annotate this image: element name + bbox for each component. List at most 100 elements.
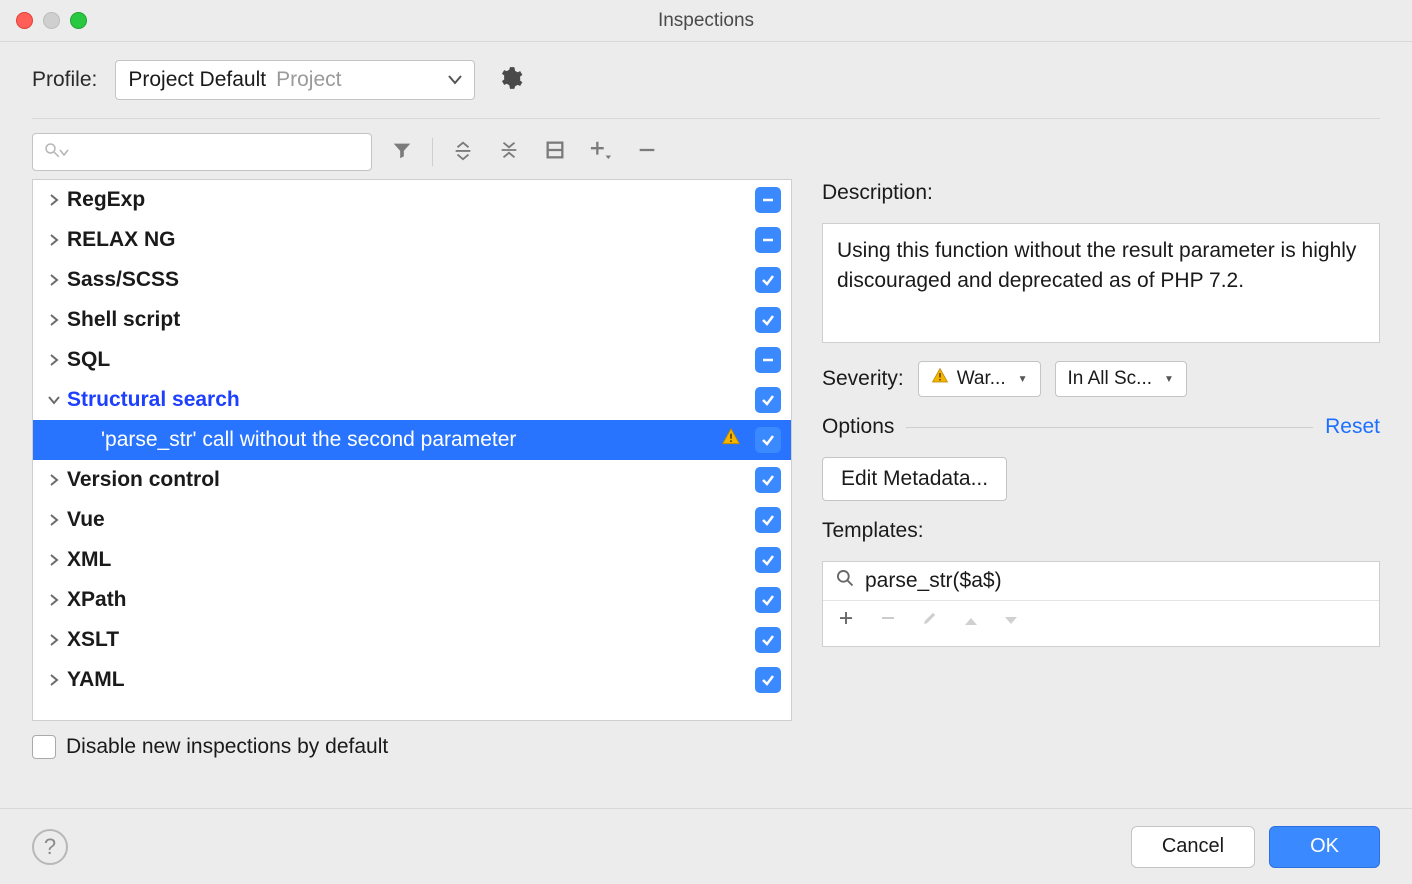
checkbox-checked-icon[interactable]: [755, 507, 781, 533]
chevron-right-icon: [43, 314, 65, 326]
tree-item-label: RELAX NG: [65, 228, 749, 252]
tree-group[interactable]: Version control: [33, 460, 791, 500]
profile-secondary: Project: [276, 68, 440, 92]
remove-inspection-button[interactable]: [631, 136, 663, 168]
remove-template-button[interactable]: [879, 607, 897, 633]
checkbox-checked-icon[interactable]: [755, 387, 781, 413]
chevron-right-icon: [43, 474, 65, 486]
tree-toolbar: [32, 133, 1380, 171]
move-down-button[interactable]: [1003, 607, 1019, 633]
divider: [906, 427, 1313, 428]
chevron-right-icon: [43, 234, 65, 246]
chevron-down-icon: [43, 395, 65, 405]
checkbox-checked-icon[interactable]: [755, 547, 781, 573]
description-text: Using this function without the result p…: [822, 223, 1380, 343]
checkbox-checked-icon[interactable]: [755, 667, 781, 693]
tree-item-label: Version control: [65, 468, 749, 492]
details-pane: Description: Using this function without…: [822, 179, 1380, 759]
chevron-right-icon: [43, 194, 65, 206]
tree-item-label: Shell script: [65, 308, 749, 332]
tree-group[interactable]: Vue: [33, 500, 791, 540]
tree-group[interactable]: XPath: [33, 580, 791, 620]
edit-metadata-button[interactable]: Edit Metadata...: [822, 457, 1007, 501]
chevron-right-icon: [43, 674, 65, 686]
add-template-button[interactable]: [837, 607, 855, 633]
templates-search-row[interactable]: parse_str($a$): [823, 562, 1379, 601]
inspection-tree[interactable]: RegExp RELAX NG Sass/SCSS Shell script SQLSt…: [32, 179, 792, 721]
profile-select[interactable]: Project Default Project: [115, 60, 475, 100]
profile-settings-button[interactable]: [493, 63, 527, 97]
tree-group[interactable]: RELAX NG: [33, 220, 791, 260]
severity-value: War...: [957, 368, 1006, 390]
tree-group[interactable]: Structural search: [33, 380, 791, 420]
tree-group[interactable]: SQL: [33, 340, 791, 380]
profile-label: Profile:: [32, 68, 97, 92]
templates-box: parse_str($a$): [822, 561, 1380, 647]
separator: [432, 138, 433, 166]
search-icon: [835, 568, 855, 594]
tree-group[interactable]: YAML: [33, 660, 791, 700]
tree-leaf[interactable]: 'parse_str' call without the second para…: [33, 420, 791, 460]
chevron-down-icon: ▼: [1018, 374, 1028, 385]
profile-row: Profile: Project Default Project: [32, 60, 1380, 119]
inspection-search[interactable]: [32, 133, 372, 171]
dialog-button-bar: ? Cancel OK: [0, 808, 1412, 884]
tree-item-label: RegExp: [65, 188, 749, 212]
checkbox-checked-icon[interactable]: [755, 267, 781, 293]
disable-new-checkbox[interactable]: [32, 735, 56, 759]
tree-item-label: XSLT: [65, 628, 749, 652]
tree-group[interactable]: XML: [33, 540, 791, 580]
severity-label: Severity:: [822, 367, 904, 391]
minus-icon: [636, 139, 658, 166]
reset-defaults-button[interactable]: [539, 136, 571, 168]
filter-icon: [391, 139, 413, 166]
add-inspection-button[interactable]: [585, 136, 617, 168]
tree-group[interactable]: Shell script: [33, 300, 791, 340]
chevron-right-icon: [43, 594, 65, 606]
warning-icon: [931, 367, 949, 391]
window-title: Inspections: [0, 10, 1412, 32]
scope-value: In All Sc...: [1068, 368, 1152, 390]
tree-group[interactable]: XSLT: [33, 620, 791, 660]
severity-row: Severity: War... ▼ In All Sc... ▼: [822, 361, 1380, 397]
options-header: Options Reset: [822, 415, 1380, 439]
ok-button[interactable]: OK: [1269, 826, 1380, 868]
filter-button[interactable]: [386, 136, 418, 168]
scope-select[interactable]: In All Sc... ▼: [1055, 361, 1187, 397]
tree-group[interactable]: Sass/SCSS: [33, 260, 791, 300]
move-up-button[interactable]: [963, 607, 979, 633]
checkbox-checked-icon[interactable]: [755, 307, 781, 333]
chevron-right-icon: [43, 554, 65, 566]
cancel-button[interactable]: Cancel: [1131, 826, 1255, 868]
warning-icon: [721, 427, 741, 453]
help-button[interactable]: ?: [32, 829, 68, 865]
templates-label: Templates:: [822, 519, 1380, 543]
tree-group[interactable]: RegExp: [33, 180, 791, 220]
disable-new-label: Disable new inspections by default: [66, 735, 388, 759]
checkbox-checked-icon[interactable]: [755, 627, 781, 653]
chevron-down-icon: ▼: [1164, 374, 1174, 385]
disable-new-row: Disable new inspections by default: [32, 735, 792, 759]
tree-item-label: YAML: [65, 668, 749, 692]
options-label: Options: [822, 415, 894, 439]
description-label: Description:: [822, 181, 1380, 205]
profile-value: Project Default: [128, 68, 266, 92]
checkbox-checked-icon[interactable]: [755, 467, 781, 493]
reset-link[interactable]: Reset: [1325, 415, 1380, 439]
edit-template-button[interactable]: [921, 607, 939, 633]
checkbox-mixed-icon[interactable]: [755, 187, 781, 213]
collapse-all-button[interactable]: [493, 136, 525, 168]
chevron-right-icon: [43, 514, 65, 526]
chevron-right-icon: [43, 274, 65, 286]
tree-item-label: Sass/SCSS: [65, 268, 749, 292]
checkbox-checked-icon[interactable]: [755, 587, 781, 613]
chevron-right-icon: [43, 354, 65, 366]
checkbox-mixed-icon[interactable]: [755, 227, 781, 253]
checkbox-mixed-icon[interactable]: [755, 347, 781, 373]
checkbox-checked-icon[interactable]: [755, 427, 781, 453]
severity-select[interactable]: War... ▼: [918, 361, 1041, 397]
expand-all-icon: [452, 139, 474, 166]
expand-all-button[interactable]: [447, 136, 479, 168]
tree-item-label: XML: [65, 548, 749, 572]
inspection-search-input[interactable]: [77, 142, 361, 162]
